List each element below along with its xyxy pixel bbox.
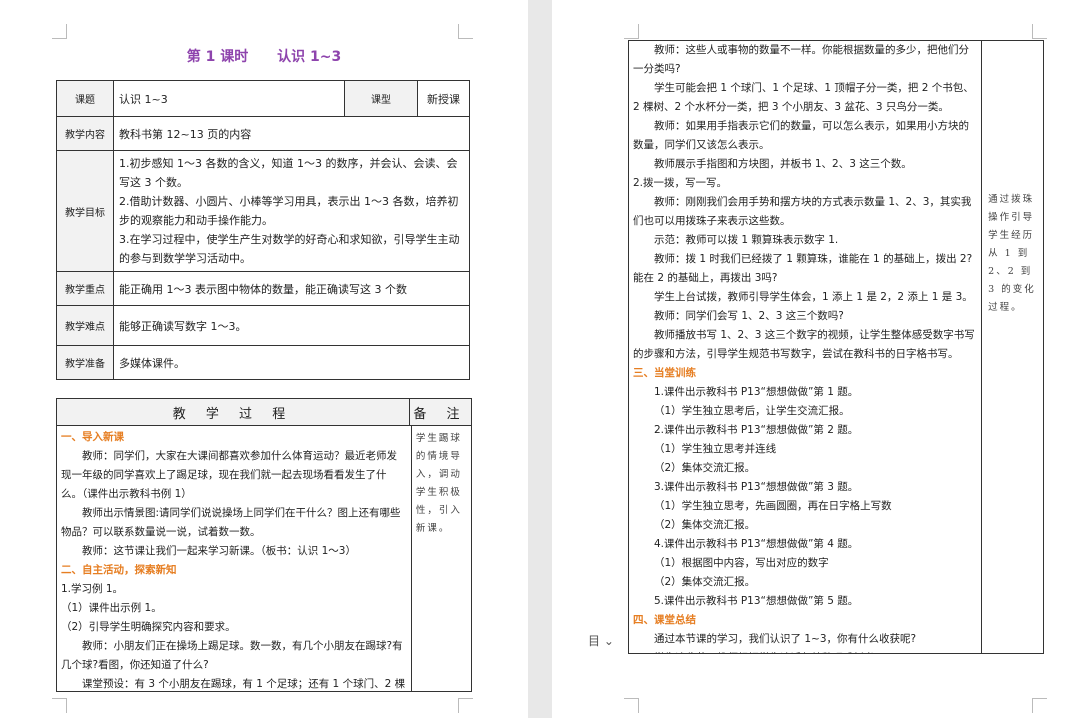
process-header: 教 学 过 程 备 注 bbox=[57, 399, 471, 426]
paragraph-line: 教师：刚刚我们会用手势和摆方块的方式表示数量 1、2、3，其实我们也可以用拨珠子… bbox=[633, 196, 972, 227]
paragraph-line: 教师：同学们，大家在大课间都喜欢参加什么体育运动？最近老师发现一年级的同学喜欢上… bbox=[61, 450, 397, 500]
paragraph-line: 通过本节课的学习，我们认识了 1~3，你有什么收获呢? bbox=[654, 633, 917, 645]
paragraph-line: 5.课件出示教科书 P13“想想做做”第 5 题。 bbox=[654, 595, 859, 607]
paragraph-line: 教师：拨 1 时我们已经拨了 1 颗算珠，谁能在 1 的基础上，拨出 2?能在 … bbox=[633, 253, 973, 284]
lesson-info-table: 课题 认识 1~3 课型 新授课 教学内容 教科书第 12~13 页的内容 教学… bbox=[56, 80, 470, 380]
paragraph-line: （2）引导学生明确探究内容和要求。 bbox=[61, 621, 236, 633]
topic-value: 认识 1~3 bbox=[113, 80, 345, 117]
page-corner-mark bbox=[458, 24, 473, 39]
page-corner-mark bbox=[458, 698, 473, 713]
process-note: 学生踢球的情境导入，调动学生积极性，引入新课。 bbox=[415, 433, 462, 534]
paragraph-line: （1）学生独立思考，先画圆圈，再在日字格上写数 bbox=[654, 500, 892, 512]
process-body: 一、导入新课教师：同学们，大家在大课间都喜欢参加什么体育运动？最近老师发现一年级… bbox=[57, 426, 471, 691]
section-heading: 二、自主活动，探索新知 bbox=[61, 564, 177, 576]
section-heading: 一、导入新课 bbox=[61, 431, 124, 443]
paragraph-line: 教师播放书写 1、2、3 这三个数字的视频，让学生整体感受数字书写的步骤和方法，… bbox=[633, 329, 975, 360]
paragraph-line: 2.拨一拨，写一写。 bbox=[633, 177, 728, 189]
page-corner-mark bbox=[1032, 698, 1047, 713]
page-corner-mark bbox=[52, 698, 67, 713]
process-header-note: 备 注 bbox=[413, 406, 468, 422]
prep-label: 教学准备 bbox=[56, 345, 114, 380]
process-content-continued: 教师：这些人或事物的数量不一样。你能根据数量的多少，把他们分一分类吗? 学生可能会… bbox=[629, 41, 983, 653]
key-value: 能正确用 1～3 表示图中物体的数量，能正确读写这 3 个数 bbox=[113, 271, 470, 306]
key-label: 教学重点 bbox=[56, 271, 114, 306]
goals-label: 教学目标 bbox=[56, 150, 114, 272]
process-content: 一、导入新课教师：同学们，大家在大课间都喜欢参加什么体育运动？最近老师发现一年级… bbox=[57, 426, 412, 691]
content-label: 教学内容 bbox=[56, 116, 114, 151]
paragraph-line: （2）集体交流汇报。 bbox=[654, 519, 756, 531]
content-value: 教科书第 12~13 页的内容 bbox=[113, 116, 470, 151]
process-note-right: 通过拨珠操作引导学生经历从 1 到 2、2 到 3 的变化过程。 bbox=[988, 194, 1036, 313]
paragraph-line: （2）集体交流汇报。 bbox=[654, 576, 756, 588]
section-heading: 四、课堂总结 bbox=[633, 614, 696, 626]
paragraph-line: 3.课件出示教科书 P13“想想做做”第 3 题。 bbox=[654, 481, 859, 493]
lesson-number: 第 1 课时 bbox=[186, 49, 249, 65]
page-corner-mark bbox=[52, 24, 67, 39]
paragraph-line: （1）学生独立思考后，让学生交流汇报。 bbox=[654, 405, 850, 417]
paragraph-line: （1）学生独立思考并连线 bbox=[654, 443, 777, 455]
type-label: 课型 bbox=[344, 80, 418, 117]
document-page-left: 第 1 课时 认识 1~3 课题 认识 1~3 课型 新授课 教学内容 教科书第… bbox=[0, 0, 528, 718]
paragraph-line: 1.学习例 1。 bbox=[61, 583, 124, 595]
paragraph-line: 教师：这节课让我们一起来学习新课。（板书：认识 1～3） bbox=[82, 545, 356, 557]
paragraph-line: 2.课件出示教科书 P13“想想做做”第 2 题。 bbox=[654, 424, 859, 436]
lesson-title: 第 1 课时 认识 1~3 bbox=[0, 46, 528, 66]
paragraph-line: 学生上台试拨，教师引导学生体会，1 添上 1 是 2，2 添上 1 是 3。 bbox=[654, 291, 973, 303]
process-table-left: 教 学 过 程 备 注 一、导入新课教师：同学们，大家在大课间都喜欢参加什么体育… bbox=[56, 398, 472, 692]
paragraph-line: 教师展示手指图和方块图，并板书 1、2、3 这三个数。 bbox=[654, 158, 912, 170]
type-value: 新授课 bbox=[417, 80, 470, 117]
paragraph-line: 课堂预设：有 3 个小朋友在踢球，有 1 个足球；还有 1 个球门、2 棵树、3… bbox=[82, 678, 406, 690]
paragraph-line: 教师：这些人或事物的数量不一样。你能根据数量的多少，把他们分一分类吗? bbox=[633, 44, 969, 75]
goals-cell: 1.初步感知 1～3 各数的含义，知道 1～3 的数序，并会认、会读、会写这 3… bbox=[113, 150, 470, 272]
page-corner-mark bbox=[624, 24, 639, 39]
paragraph-line: 学生可能会把 1 个球门、1 个足球、1 顶帽子分一类，把 2 个书包、2 棵树… bbox=[633, 82, 974, 113]
prep-value: 多媒体课件。 bbox=[113, 345, 470, 380]
process-table-right: 教师：这些人或事物的数量不一样。你能根据数量的多少，把他们分一分类吗? 学生可能会… bbox=[628, 40, 1044, 654]
process-header-main: 教 学 过 程 bbox=[57, 399, 410, 425]
paragraph-line: （1）根据图中内容，写出对应的数字 bbox=[654, 557, 829, 569]
difficulty-value: 能够正确读写数字 1～3。 bbox=[113, 305, 470, 346]
goal-item: 2.借助计数器、小圆片、小棒等学习用具，表示出 1～3 各数，培养初步的观察能力… bbox=[119, 195, 459, 227]
goal-item: 1.初步感知 1～3 各数的含义，知道 1～3 的数序，并会认、会读、会写这 3… bbox=[119, 157, 458, 189]
paragraph-line: 教师：小朋友们正在操场上踢足球。数一数，有几个小朋友在踢球?有几个球?看图，你还… bbox=[61, 640, 403, 671]
paragraph-line: 教师：如果用手指表示它们的数量，可以怎么表示，如果用小方块的数量，同学们又该怎么… bbox=[633, 120, 969, 151]
page-corner-mark bbox=[1032, 24, 1047, 39]
paragraph-line: （1）课件出示例 1。 bbox=[61, 602, 162, 614]
section-heading: 三、当堂训练 bbox=[633, 367, 696, 379]
paragraph-line: 学生谈收获，教师根据学生谈话归纳整理成板书。 bbox=[633, 649, 977, 653]
goal-item: 3.在学习过程中，使学生产生对数学的好奇心和求知欲，引导学生主动的参与到数学学习… bbox=[119, 233, 460, 265]
topic-label: 课题 bbox=[56, 80, 114, 117]
paragraph-line: 教师：同学们会写 1、2、3 这三个数吗? bbox=[654, 310, 844, 322]
paragraph-line: 示范：教师可以拨 1 颗算珠表示数字 1. bbox=[654, 234, 839, 246]
goals-list: 1.初步感知 1～3 各数的含义，知道 1～3 的数序，并会认、会读、会写这 3… bbox=[119, 154, 464, 268]
page-corner-mark bbox=[624, 698, 639, 713]
lesson-topic: 认识 1~3 bbox=[277, 49, 342, 65]
paragraph-line: 教师出示情景图:请同学们说说操场上同学们在干什么？图上还有哪些物品？可以联系数量… bbox=[61, 507, 401, 538]
paragraph-line: （2）集体交流汇报。 bbox=[654, 462, 756, 474]
paragraph-line: 4.课件出示教科书 P13“想想做做”第 4 题。 bbox=[654, 538, 859, 550]
outline-toggle-button[interactable]: 目 ⌄ bbox=[588, 632, 614, 649]
paragraph-line: 1.课件出示教科书 P13“想想做做”第 1 题。 bbox=[654, 386, 859, 398]
difficulty-label: 教学难点 bbox=[56, 305, 114, 346]
